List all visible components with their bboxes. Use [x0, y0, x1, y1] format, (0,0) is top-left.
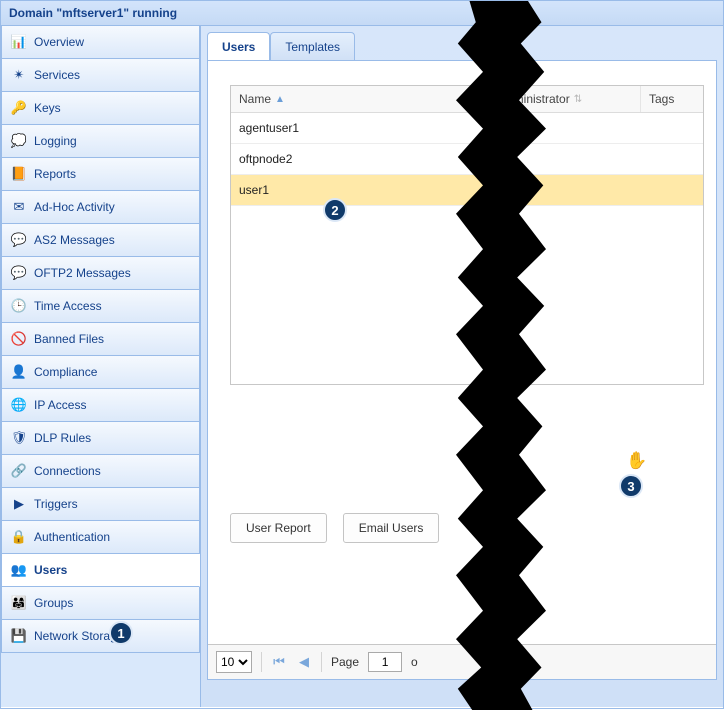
sidebar-item-storage[interactable]: 💾Network Storage [1, 620, 200, 653]
annotation-marker-2: 2 [323, 198, 347, 222]
compliance-icon: 👤 [11, 364, 27, 380]
table-row[interactable]: user1 [231, 175, 703, 206]
ip-icon: 🌐 [11, 397, 27, 413]
sidebar-item-adhoc[interactable]: ✉ Ad-Hoc Activity [1, 191, 200, 224]
of-label: o [411, 655, 418, 669]
time-icon: 🕒 [11, 298, 27, 314]
sidebar-item-users[interactable]: 👥 Users [1, 554, 200, 587]
sidebar-item-label: IP Access [34, 398, 86, 412]
banned-icon: 🚫 [11, 331, 27, 347]
sidebar-item-label: Reports [34, 167, 76, 181]
sidebar-item-label: Banned Files [34, 332, 104, 346]
page-input[interactable] [368, 652, 402, 672]
cell-name: user1 [231, 175, 491, 205]
left-button-row: User Report Email Users [230, 513, 439, 543]
first-page-icon[interactable]: ⏮ [271, 654, 287, 670]
sidebar-item-as2[interactable]: 💬 AS2 Messages [1, 224, 200, 257]
connections-icon: 🔗 [11, 463, 27, 479]
sidebar-item-label: DLP Rules [34, 431, 91, 445]
groups-icon: 👨‍👩‍👧 [11, 595, 27, 611]
sidebar: 📊 Overview ✴ Services 🔑 Keys 💭 Logging 📙 Repo… [1, 26, 201, 707]
oftp2-icon: 💬 [11, 265, 27, 281]
sidebar-item-dlp[interactable]: 🛡 DLP Rules [1, 422, 200, 455]
tab-users[interactable]: Users [207, 32, 270, 61]
keys-icon: 🔑 [11, 100, 27, 116]
sidebar-item-label: OFTP2 Messages [34, 266, 131, 280]
triggers-icon: ▶ [11, 496, 27, 512]
annotation-marker-3: 3 [619, 474, 643, 498]
main-panel: Users Templates Name▲ Administrator⇅ Tag… [201, 26, 723, 707]
reports-icon: 📙 [11, 166, 27, 182]
as2-icon: 💬 [11, 232, 27, 248]
sidebar-item-connections[interactable]: 🔗 Connections [1, 455, 200, 488]
cursor-icon: ✋ [626, 451, 647, 471]
sidebar-item-logging[interactable]: 💭 Logging [1, 125, 200, 158]
auth-icon: 🔒 [11, 529, 27, 545]
tab-templates[interactable]: Templates [270, 32, 355, 61]
sort-asc-icon: ▲ [275, 94, 285, 105]
sidebar-item-label: Triggers [34, 497, 78, 511]
sidebar-item-label: Groups [34, 596, 73, 610]
sidebar-item-label: Overview [34, 35, 84, 49]
user-report-button[interactable]: User Report [230, 513, 327, 543]
cell-name: oftpnode2 [231, 144, 491, 174]
overview-icon: 📊 [11, 34, 27, 50]
sidebar-item-banned[interactable]: 🚫 Banned Files [1, 323, 200, 356]
sidebar-item-services[interactable]: ✴ Services [1, 59, 200, 92]
sidebar-item-groups[interactable]: 👨‍👩‍👧 Groups [1, 587, 200, 620]
sidebar-item-overview[interactable]: 📊 Overview [1, 26, 200, 59]
services-icon: ✴ [11, 67, 27, 83]
pager: 10 ⏮ ◀ Page o [208, 644, 716, 679]
col-name[interactable]: Name▲ [231, 86, 491, 112]
cell-name: agentuser1 [231, 113, 491, 143]
sidebar-item-triggers[interactable]: ▶ Triggers [1, 488, 200, 521]
sidebar-item-ip[interactable]: 🌐 IP Access [1, 389, 200, 422]
storage-icon: 💾 [11, 628, 27, 644]
users-icon: 👥 [11, 562, 27, 578]
separator [261, 652, 262, 672]
sidebar-item-auth[interactable]: 🔒 Authentication [1, 521, 200, 554]
sidebar-item-compliance[interactable]: 👤 Compliance [1, 356, 200, 389]
sort-icon: ⇅ [574, 94, 582, 105]
separator [321, 652, 322, 672]
dlp-icon: 🛡 [11, 430, 27, 446]
sidebar-item-label: Services [34, 68, 80, 82]
adhoc-icon: ✉ [11, 199, 27, 215]
sidebar-item-keys[interactable]: 🔑 Keys [1, 92, 200, 125]
col-tags[interactable]: Tags [641, 86, 703, 112]
sidebar-item-label: Connections [34, 464, 101, 478]
sidebar-item-label: Time Access [34, 299, 102, 313]
sidebar-item-label: Users [34, 563, 67, 577]
sidebar-item-label: Authentication [34, 530, 110, 544]
page-size-select[interactable]: 10 [216, 651, 252, 673]
sidebar-item-oftp2[interactable]: 💬 OFTP2 Messages [1, 257, 200, 290]
window-title: Domain "mftserver1" running [1, 1, 723, 26]
sidebar-item-reports[interactable]: 📙 Reports [1, 158, 200, 191]
page-label: Page [331, 655, 359, 669]
logging-icon: 💭 [11, 133, 27, 149]
sidebar-item-label: Ad-Hoc Activity [34, 200, 115, 214]
sidebar-item-label: Logging [34, 134, 77, 148]
email-users-button[interactable]: Email Users [343, 513, 440, 543]
sidebar-item-label: Compliance [34, 365, 97, 379]
sidebar-item-label: AS2 Messages [34, 233, 115, 247]
annotation-marker-1: 1 [109, 621, 133, 645]
sidebar-item-time[interactable]: 🕒 Time Access [1, 290, 200, 323]
prev-page-icon[interactable]: ◀ [296, 654, 312, 670]
table-row[interactable]: agentuser1 [231, 113, 703, 144]
sidebar-item-label: Keys [34, 101, 61, 115]
